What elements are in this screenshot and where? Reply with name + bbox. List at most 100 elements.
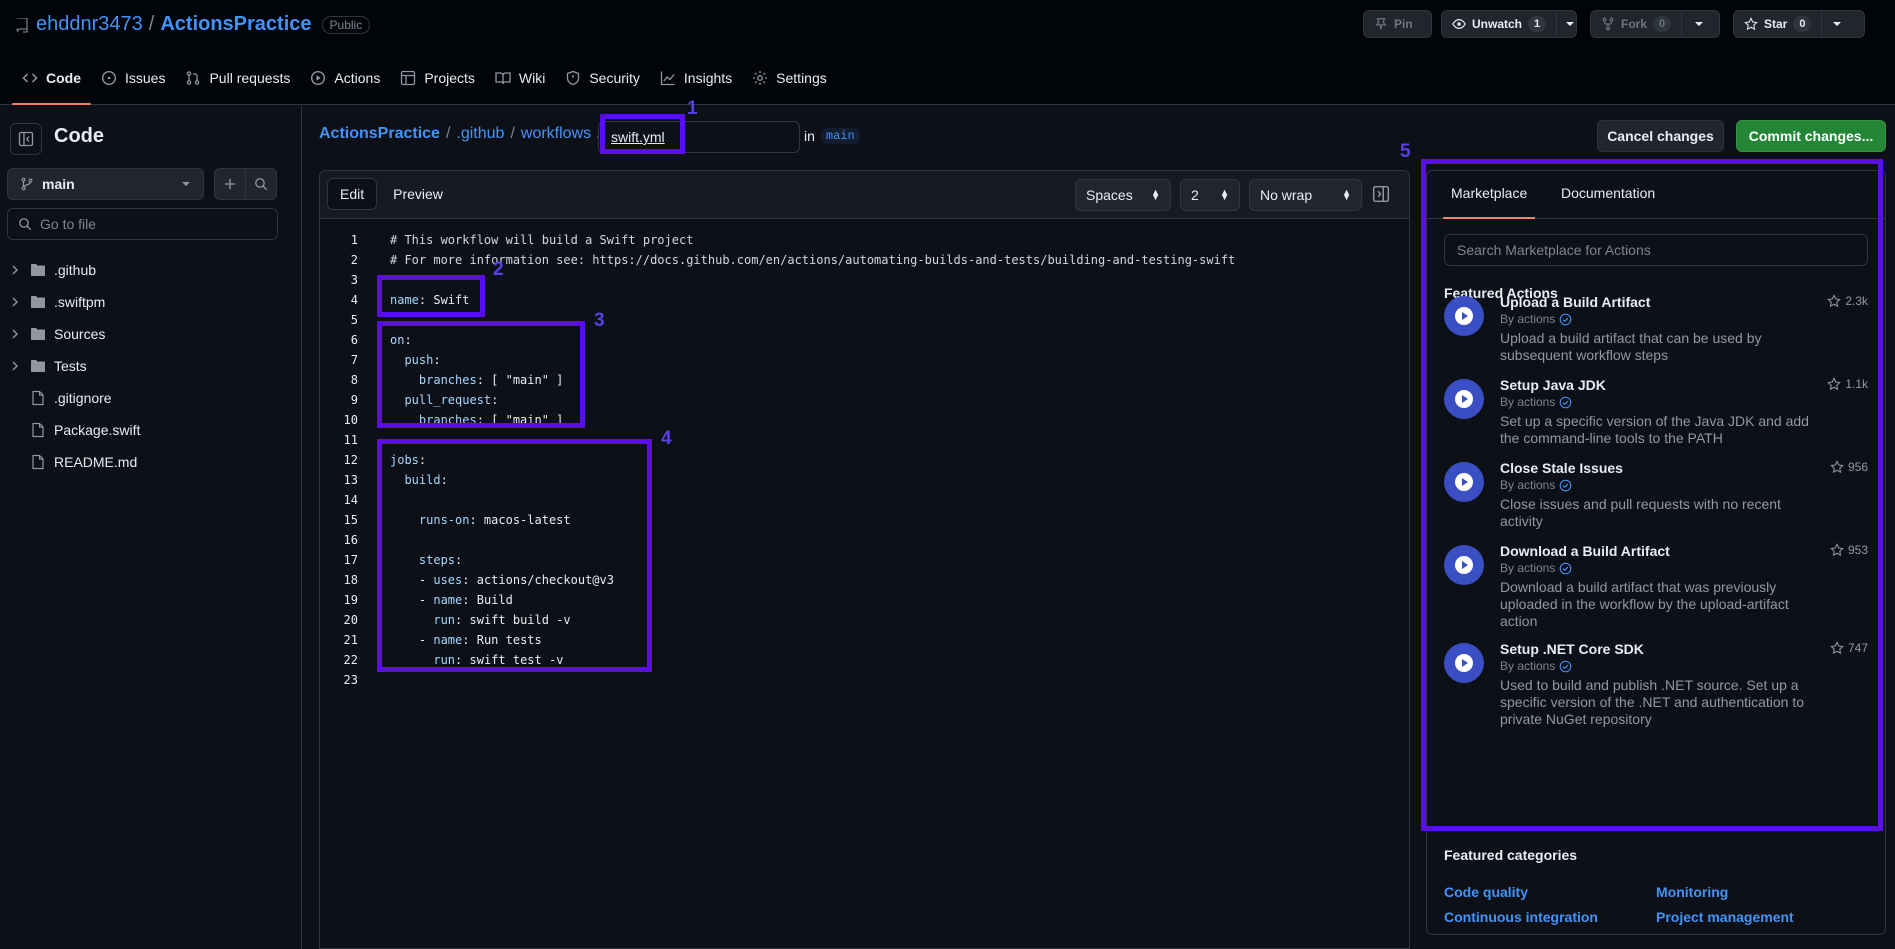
repo-owner-link[interactable]: ehddnr3473 [36,13,143,36]
tab-issues[interactable]: Issues [91,63,175,105]
collapse-sidebar-button[interactable] [10,123,42,155]
breadcrumb-github-link[interactable]: .github [456,125,504,143]
star-icon [1744,17,1758,31]
folder-icon [30,326,46,342]
watch-count: 1 [1528,16,1547,32]
visibility-badge: Public [321,15,371,34]
caret-down-icon [1565,19,1575,29]
sidebar-expand-icon [1372,185,1390,203]
in-label: in [804,128,815,144]
tab-actions[interactable]: Actions [300,63,390,105]
line-number: 5 [350,313,358,327]
tab-wiki[interactable]: Wiki [485,63,555,105]
line-number: 14 [343,493,358,507]
star-button[interactable]: Star 0 [1733,10,1865,38]
fork-icon [1601,17,1615,31]
indent-size-select[interactable]: 2 ▲ ▼ [1180,179,1240,211]
breadcrumb-workflows-link[interactable]: workflows [521,125,591,143]
repo-icon [14,17,30,33]
tab-label: Settings [776,70,827,86]
breadcrumb-repo-link[interactable]: ActionsPractice [319,125,440,143]
search-icon [254,177,268,191]
code-line[interactable]: 2 # For more information see: https://doc… [320,250,1409,270]
tree-folder-tests[interactable]: Tests [0,350,300,382]
tree-file-gitignore[interactable]: .gitignore [0,382,300,414]
tree-item-label: .github [54,262,97,278]
unwatch-button[interactable]: Unwatch 1 [1441,10,1577,38]
search-files-button[interactable] [245,168,277,200]
toggle-panel-button[interactable] [1372,185,1390,203]
indent-mode-select[interactable]: Spaces ▲ ▼ [1075,179,1171,211]
line-number: 10 [343,413,358,427]
fork-dropdown[interactable] [1681,11,1716,37]
chevron-right-icon [10,264,20,276]
tree-item-label: Tests [54,358,87,374]
go-to-file-input[interactable]: Go to file [7,208,278,240]
cancel-changes-button[interactable]: Cancel changes [1597,120,1724,152]
tree-folder-github[interactable]: .github [0,254,300,286]
tab-preview[interactable]: Preview [381,178,455,210]
code-line[interactable]: 23 [320,670,1409,690]
select-arrows-icon: ▲ ▼ [1220,187,1229,202]
line-number: 17 [343,553,358,567]
line-number: 23 [343,673,358,687]
folder-icon [30,262,46,278]
annotation-label-2: 2 [493,259,504,280]
tab-edit[interactable]: Edit [327,178,378,210]
fork-label: Fork [1621,17,1648,31]
tab-code[interactable]: Code [12,63,91,105]
chevron-right-icon [10,328,20,340]
tab-security[interactable]: Security [555,63,650,105]
line-number: 3 [350,273,358,287]
line-number: 13 [343,473,358,487]
tab-label: Pull requests [209,70,291,86]
tree-item-label: .swiftpm [54,294,106,310]
indent-size-value: 2 [1191,187,1199,203]
tab-settings[interactable]: Settings [742,63,837,105]
breadcrumb-separator: / [510,125,515,142]
commit-changes-button[interactable]: Commit changes... [1736,120,1886,152]
code-comment: # For more information see: https://docs… [390,253,1236,267]
repo-name-link[interactable]: ActionsPractice [160,13,311,36]
chevron-right-icon [10,360,20,372]
branch-name: main [42,176,75,192]
unwatch-dropdown[interactable] [1556,11,1583,37]
star-dropdown[interactable] [1821,11,1852,37]
category-project-management-link[interactable]: Project management [1656,909,1794,925]
annotation-box-3 [377,321,585,428]
line-number: 6 [350,333,358,347]
featured-categories-heading: Featured categories [1444,847,1578,863]
star-label: Star [1764,17,1788,31]
folder-icon [30,358,46,374]
go-to-file-placeholder: Go to file [40,216,97,232]
line-number: 12 [343,453,358,467]
tree-item-label: .gitignore [54,390,112,406]
line-number: 4 [350,293,358,307]
category-monitoring-link[interactable]: Monitoring [1656,884,1728,900]
tree-folder-swiftpm[interactable]: .swiftpm [0,286,300,318]
line-number: 19 [343,593,358,607]
add-file-button[interactable] [214,168,246,200]
eye-icon [1452,17,1466,31]
line-number: 1 [350,233,358,247]
code-comment: # This workflow will build a Swift proje… [390,233,694,247]
tree-file-readme[interactable]: README.md [0,446,300,478]
tree-folder-sources[interactable]: Sources [0,318,300,350]
tree-item-label: README.md [54,454,138,470]
category-code-quality-link[interactable]: Code quality [1444,884,1528,900]
tree-file-package-swift[interactable]: Package.swift [0,414,300,446]
fork-button[interactable]: Fork 0 [1590,10,1720,38]
pin-button[interactable]: Pin [1363,10,1432,38]
tab-pull-requests[interactable]: Pull requests [175,63,300,105]
branch-label: main [820,128,860,144]
code-line[interactable]: 1 # This workflow will build a Swift proj… [320,230,1409,250]
line-number: 2 [350,253,358,267]
book-icon [495,70,511,86]
tab-projects[interactable]: Projects [390,63,485,105]
play-circle-icon [310,70,326,86]
wrap-mode-select[interactable]: No wrap ▲ ▼ [1249,179,1362,211]
indent-mode-value: Spaces [1086,187,1133,203]
branch-selector[interactable]: main [7,168,204,200]
annotation-box-4 [377,439,652,672]
category-continuous-integration-link[interactable]: Continuous integration [1444,909,1598,925]
